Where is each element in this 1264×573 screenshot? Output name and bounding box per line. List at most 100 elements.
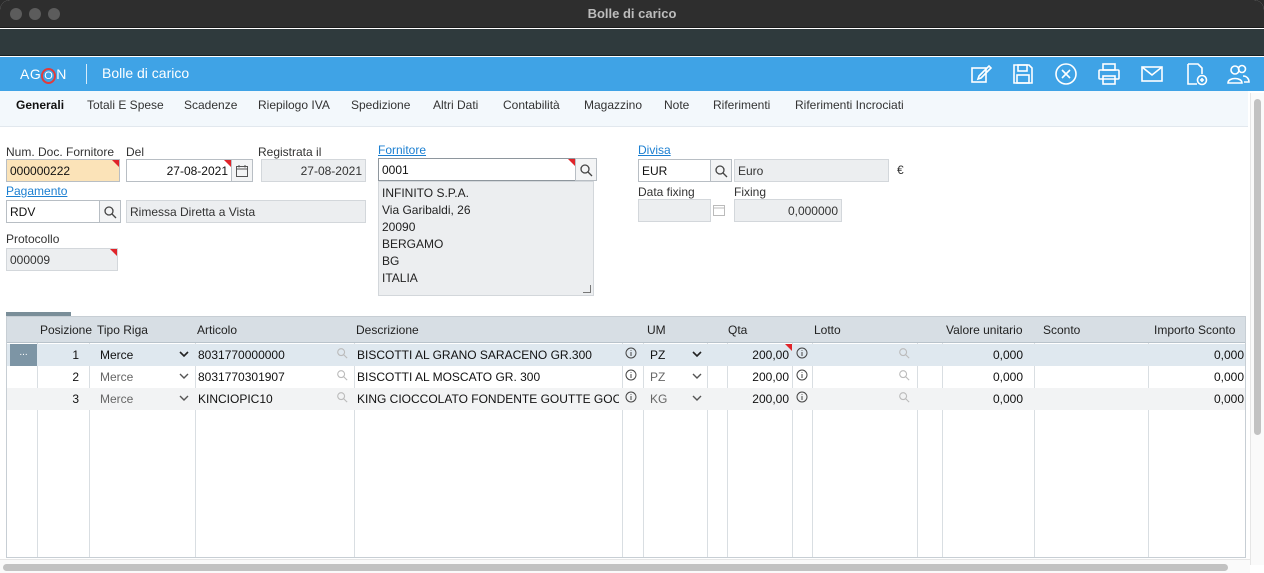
fixing-field: 0,000000 — [734, 199, 842, 222]
horizontal-scroll-thumb[interactable] — [3, 564, 1228, 571]
tab-riferimenti[interactable]: Riferimenti — [713, 98, 770, 112]
col-tipo-riga[interactable]: Tipo Riga — [97, 323, 148, 337]
users-icon[interactable] — [1226, 62, 1250, 86]
col-qta[interactable]: Qta — [728, 323, 747, 337]
chevron-down-icon[interactable] — [178, 392, 190, 404]
registrata-label: Registrata il — [258, 145, 322, 159]
pagamento-link[interactable]: Pagamento — [6, 184, 67, 198]
tab-magazzino[interactable]: Magazzino — [584, 98, 642, 112]
cell-descrizione: BISCOTTI AL GRANO SARACENO GR.300 — [357, 348, 592, 362]
col-sconto[interactable]: Sconto — [1043, 323, 1080, 337]
tab-totali-e-spese[interactable]: Totali E Spese — [87, 98, 164, 112]
search-icon[interactable] — [898, 347, 914, 363]
cell-valore-unitario[interactable]: 0,000 — [945, 370, 1023, 384]
col-descrizione[interactable]: Descrizione — [356, 323, 419, 337]
fixing-label: Fixing — [734, 185, 767, 199]
col-articolo[interactable]: Articolo — [197, 323, 237, 337]
protocollo-field: 000009 — [6, 248, 118, 271]
num-doc-label: Num. Doc. Fornitore — [6, 145, 115, 159]
registrata-value: 27-08-2021 — [300, 164, 362, 178]
page-title: Bolle di carico — [102, 65, 190, 81]
app-window: Bolle di carico AG O N Bolle di carico Gen — [0, 0, 1264, 573]
search-icon — [580, 163, 593, 176]
cell-tipo-riga[interactable]: Merce — [100, 370, 133, 384]
export-icon[interactable] — [1184, 62, 1208, 86]
info-icon[interactable] — [796, 347, 812, 363]
window-toolbar-strip — [0, 29, 1264, 56]
data-fixing-field — [638, 199, 711, 222]
window-title: Bolle di carico — [587, 6, 677, 21]
col-importo-sconto[interactable]: Importo Sconto — [1154, 323, 1235, 337]
print-icon[interactable] — [1097, 62, 1121, 86]
del-date-field[interactable]: 27-08-2021 — [126, 159, 232, 182]
tab-spedizione[interactable]: Spedizione — [351, 98, 410, 112]
col-lotto[interactable]: Lotto — [814, 323, 841, 337]
search-icon[interactable] — [898, 391, 914, 407]
cell-um[interactable]: PZ — [650, 348, 665, 362]
divisa-code: EUR — [642, 164, 668, 178]
protocollo-value: 000009 — [10, 253, 51, 267]
cancel-icon[interactable] — [1054, 62, 1078, 86]
info-icon[interactable] — [796, 369, 812, 385]
table-row[interactable]: ... 1 Merce 8031770000000 BISCOTTI AL GR… — [7, 344, 1245, 366]
cell-valore-unitario[interactable]: 0,000 — [945, 348, 1023, 362]
cell-tipo-riga[interactable]: Merce — [100, 348, 133, 362]
search-icon[interactable] — [336, 391, 352, 407]
num-doc-field[interactable]: 000000222 — [6, 159, 120, 182]
info-icon[interactable] — [625, 347, 641, 363]
search-icon[interactable] — [898, 369, 914, 385]
pagamento-search-button[interactable] — [99, 200, 121, 223]
fornitore-field[interactable]: 0001 — [378, 158, 576, 181]
cell-qta[interactable]: 200,00 — [729, 348, 789, 362]
col-posizione[interactable]: Posizione — [40, 323, 92, 337]
cell-um[interactable]: PZ — [650, 370, 665, 384]
col-um[interactable]: UM — [647, 323, 666, 337]
info-icon[interactable] — [625, 391, 641, 407]
fornitore-value: 0001 — [382, 163, 409, 177]
table-row[interactable]: 2 Merce 8031770301907 BISCOTTI AL MOSCAT… — [7, 366, 1245, 388]
vertical-scroll-thumb[interactable] — [1254, 99, 1261, 435]
tab-note[interactable]: Note — [664, 98, 689, 112]
search-icon[interactable] — [336, 347, 352, 363]
table-row[interactable]: 3 Merce KINCIOPIC10 KING CIOCCOLATO FOND… — [7, 388, 1245, 410]
cell-tipo-riga[interactable]: Merce — [100, 392, 133, 406]
fornitore-address-box[interactable]: INFINITO S.P.A. Via Garibaldi, 26 20090 … — [378, 181, 594, 296]
vertical-scrollbar[interactable] — [1250, 93, 1264, 565]
edit-icon[interactable] — [969, 62, 993, 86]
cell-um[interactable]: KG — [650, 392, 667, 406]
address-line: INFINITO S.P.A. — [382, 186, 469, 200]
data-fixing-label: Data fixing — [638, 185, 695, 199]
resize-handle-icon[interactable] — [583, 285, 591, 293]
mail-icon[interactable] — [1140, 62, 1164, 86]
tab-altri-dati[interactable]: Altri Dati — [433, 98, 478, 112]
cell-qta[interactable]: 200,00 — [729, 370, 789, 384]
cell-valore-unitario[interactable]: 0,000 — [945, 392, 1023, 406]
tab-riepilogo-iva[interactable]: Riepilogo IVA — [258, 98, 330, 112]
tab-contabilita[interactable]: Contabilità — [503, 98, 560, 112]
tab-scadenze[interactable]: Scadenze — [184, 98, 237, 112]
row-selector[interactable]: ... — [10, 344, 37, 366]
divisa-link[interactable]: Divisa — [638, 143, 671, 157]
cell-qta[interactable]: 200,00 — [729, 392, 789, 406]
info-icon[interactable] — [625, 369, 641, 385]
divisa-search-button[interactable] — [710, 159, 732, 182]
chevron-down-icon[interactable] — [691, 370, 703, 382]
col-valore-unitario[interactable]: Valore unitario — [946, 323, 1023, 337]
fornitore-search-button[interactable] — [575, 158, 597, 181]
pagamento-field[interactable]: RDV — [6, 200, 100, 223]
search-icon[interactable] — [336, 369, 352, 385]
info-icon[interactable] — [796, 391, 812, 407]
chevron-down-icon[interactable] — [178, 370, 190, 382]
calendar-button[interactable] — [231, 159, 253, 182]
address-line: BG — [382, 254, 400, 268]
chevron-down-icon[interactable] — [178, 348, 190, 360]
fornitore-link[interactable]: Fornitore — [378, 143, 426, 157]
required-marker — [568, 159, 575, 166]
chevron-down-icon[interactable] — [691, 392, 703, 404]
divisa-field[interactable]: EUR — [638, 159, 711, 182]
horizontal-scrollbar[interactable] — [0, 559, 1250, 573]
chevron-down-icon[interactable] — [691, 348, 703, 360]
save-icon[interactable] — [1011, 62, 1035, 86]
tab-generali[interactable]: Generali — [16, 98, 64, 112]
tab-riferimenti-incrociati[interactable]: Riferimenti Incrociati — [795, 98, 904, 112]
